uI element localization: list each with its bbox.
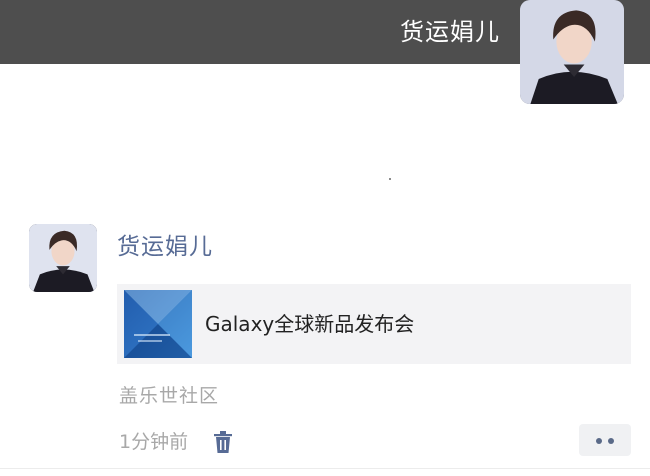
header-avatar[interactable] xyxy=(520,0,624,104)
more-dot xyxy=(608,438,614,444)
link-thumbnail xyxy=(124,290,192,358)
more-dots-icon[interactable] xyxy=(579,424,631,456)
header-user-name: 货运娟儿 xyxy=(400,18,500,46)
divider xyxy=(0,468,650,469)
post-timestamp: 1分钟前 xyxy=(119,431,189,453)
post-author-avatar[interactable] xyxy=(29,224,97,292)
more-dot xyxy=(596,438,602,444)
galaxy-event-thumbnail xyxy=(124,290,192,358)
post-source[interactable]: 盖乐世社区 xyxy=(119,384,219,408)
avatar-image xyxy=(29,224,97,292)
decorative-dot xyxy=(389,178,391,180)
shared-link-card[interactable]: Galaxy全球新品发布会 xyxy=(117,284,631,364)
avatar-image xyxy=(520,0,624,104)
post-author-name[interactable]: 货运娟儿 xyxy=(117,233,213,261)
trash-icon[interactable] xyxy=(211,429,235,455)
link-title: Galaxy全球新品发布会 xyxy=(205,312,415,336)
